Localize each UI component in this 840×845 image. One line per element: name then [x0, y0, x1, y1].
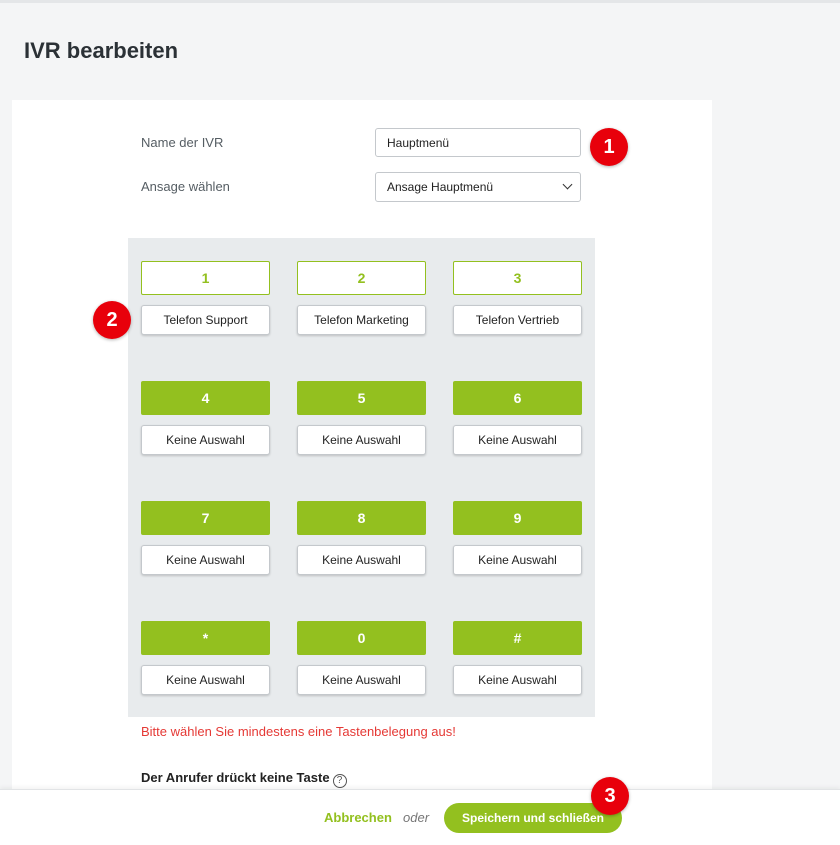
- key-assignment-select[interactable]: Keine Auswahl: [141, 425, 270, 455]
- key-assignment-select[interactable]: Keine Auswahl: [453, 545, 582, 575]
- key-assignment-select[interactable]: Keine Auswahl: [297, 425, 426, 455]
- key-assignment-select[interactable]: Keine Auswahl: [297, 545, 426, 575]
- key-button-6[interactable]: 6: [453, 381, 582, 415]
- key-assignment-select[interactable]: Keine Auswahl: [141, 665, 270, 695]
- annotation-marker-1: 1: [590, 128, 628, 166]
- key-button-5[interactable]: 5: [297, 381, 426, 415]
- key-assignment-select[interactable]: Telefon Marketing: [297, 305, 426, 335]
- key-assignment-select[interactable]: Keine Auswahl: [141, 545, 270, 575]
- key-assignment-select[interactable]: Telefon Vertrieb: [453, 305, 582, 335]
- key-button-3[interactable]: 3: [453, 261, 582, 295]
- no-key-pressed-text: Der Anrufer drückt keine Taste: [141, 770, 330, 785]
- announcement-label: Ansage wählen: [141, 179, 230, 194]
- annotation-marker-3: 3: [591, 777, 629, 815]
- key-button-hash[interactable]: #: [453, 621, 582, 655]
- top-divider: [0, 0, 840, 3]
- key-button-1[interactable]: 1: [141, 261, 270, 295]
- error-message: Bitte wählen Sie mindestens eine Tastenb…: [141, 724, 456, 739]
- key-button-9[interactable]: 9: [453, 501, 582, 535]
- key-assignment-select[interactable]: Keine Auswahl: [297, 665, 426, 695]
- key-assignment-select[interactable]: Telefon Support: [141, 305, 270, 335]
- cancel-link[interactable]: Abbrechen: [324, 810, 392, 825]
- annotation-marker-2: 2: [93, 301, 131, 339]
- key-button-7[interactable]: 7: [141, 501, 270, 535]
- key-button-2[interactable]: 2: [297, 261, 426, 295]
- key-button-8[interactable]: 8: [297, 501, 426, 535]
- chevron-down-icon: [562, 179, 573, 190]
- ivr-name-input[interactable]: [375, 128, 581, 157]
- page-title: IVR bearbeiten: [24, 38, 179, 63]
- no-key-pressed-label: Der Anrufer drückt keine Taste?: [141, 770, 347, 788]
- or-separator: oder: [403, 810, 430, 825]
- announcement-select-value: Ansage Hauptmenü: [387, 180, 494, 194]
- key-button-4[interactable]: 4: [141, 381, 270, 415]
- key-assignment-select[interactable]: Keine Auswahl: [453, 425, 582, 455]
- question-circle-icon[interactable]: ?: [332, 774, 347, 788]
- announcement-select[interactable]: Ansage Hauptmenü: [375, 172, 581, 202]
- ivr-name-label: Name der IVR: [141, 135, 224, 150]
- key-assignment-select[interactable]: Keine Auswahl: [453, 665, 582, 695]
- key-button-star[interactable]: *: [141, 621, 270, 655]
- key-button-0[interactable]: 0: [297, 621, 426, 655]
- footer-bar: Abbrechen oder Speichern und schließen: [0, 789, 840, 845]
